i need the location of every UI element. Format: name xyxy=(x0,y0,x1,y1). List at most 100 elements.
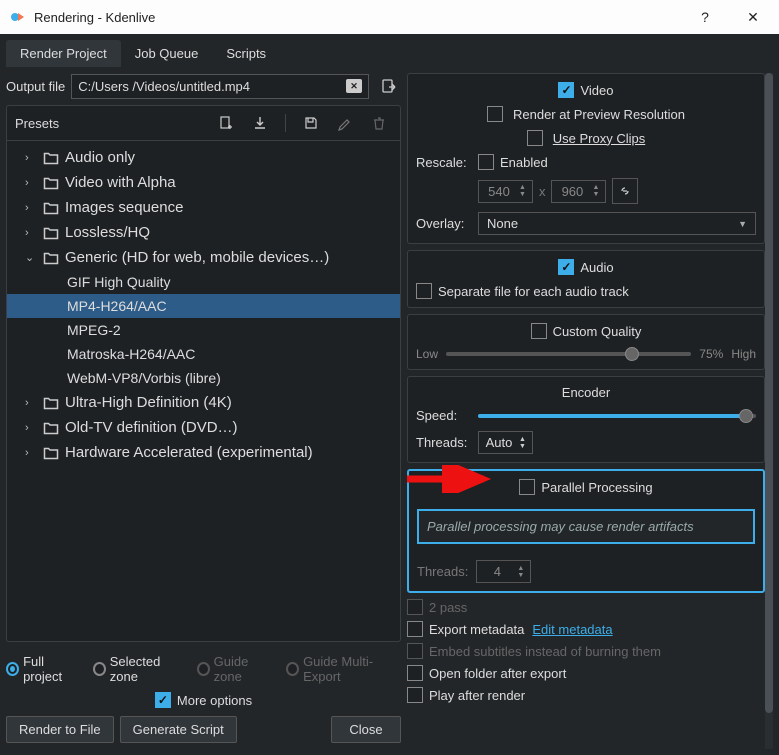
encoder-section: Encoder Speed: Threads: Auto▲▼ xyxy=(407,376,765,463)
radio-full-project[interactable]: Full project xyxy=(6,654,81,684)
pencil-icon xyxy=(337,115,353,131)
video-enable-checkbox[interactable]: Video xyxy=(558,82,613,98)
custom-quality-checkbox[interactable]: Custom Quality xyxy=(531,323,642,339)
threads-input[interactable]: Auto▲▼ xyxy=(478,431,533,454)
window-title: Rendering - Kdenlive xyxy=(34,10,677,25)
overlay-row: Overlay: None▼ xyxy=(416,212,756,235)
file-browse-icon xyxy=(380,78,396,94)
quality-slider-row: Low 75% High xyxy=(416,347,756,361)
overlay-label: Overlay: xyxy=(416,216,468,231)
app-logo-icon xyxy=(10,9,26,25)
trash-icon xyxy=(371,115,387,131)
tree-preset[interactable]: MPEG-2 xyxy=(7,318,400,342)
encoder-speed-row: Speed: xyxy=(416,408,756,423)
tree-preset[interactable]: WebM-VP8/Vorbis (libre) xyxy=(7,366,400,390)
embed-subtitles-checkbox: Embed subtitles instead of burning them xyxy=(407,643,765,659)
tree-folder[interactable]: ›Hardware Accelerated (experimental) xyxy=(7,440,400,465)
rescale-label: Rescale: xyxy=(416,155,468,170)
audio-section: Audio Separate file for each audio track xyxy=(407,250,765,308)
close-window-button[interactable]: ✕ xyxy=(733,0,773,34)
tab-scripts[interactable]: Scripts xyxy=(212,40,280,67)
delete-preset-button[interactable] xyxy=(366,110,392,136)
document-new-icon xyxy=(218,115,234,131)
link-dimensions-button[interactable] xyxy=(612,178,638,204)
radio-guide-multi-export: Guide Multi-Export xyxy=(286,654,401,684)
encoder-threads-row: Threads: Auto▲▼ xyxy=(416,431,756,454)
presets-label: Presets xyxy=(15,116,59,131)
output-file-label: Output file xyxy=(6,79,65,94)
edit-metadata-link[interactable]: Edit metadata xyxy=(532,622,612,637)
encoder-title: Encoder xyxy=(562,385,610,400)
two-pass-checkbox: 2 pass xyxy=(407,599,765,615)
output-file-path: C:/Users /Videos/untitled.mp4 xyxy=(78,79,346,94)
output-file-input[interactable]: C:/Users /Videos/untitled.mp4 ✕ xyxy=(71,74,369,99)
rescale-height-input: 960▲▼ xyxy=(551,180,606,203)
action-buttons: Render to File Generate Script Close xyxy=(6,716,401,743)
tab-job-queue[interactable]: Job Queue xyxy=(121,40,213,67)
help-button[interactable]: ? xyxy=(685,0,725,34)
presets-header: Presets xyxy=(7,106,400,141)
play-after-checkbox[interactable]: Play after render xyxy=(407,687,765,703)
dimension-x: x xyxy=(539,184,546,199)
speed-slider[interactable] xyxy=(478,414,756,418)
parallel-threads-input: 4▲▼ xyxy=(476,560,531,583)
link-icon xyxy=(617,183,633,199)
save-preset-button[interactable] xyxy=(298,110,324,136)
quality-slider[interactable] xyxy=(446,352,691,356)
tree-folder[interactable]: ›Video with Alpha xyxy=(7,170,400,195)
quality-high-label: High xyxy=(731,347,756,361)
rescale-width-input: 540▲▼ xyxy=(478,180,533,203)
tree-preset[interactable]: GIF High Quality xyxy=(7,270,400,294)
tree-folder[interactable]: ⌄Generic (HD for web, mobile devices…) xyxy=(7,245,400,270)
export-metadata-checkbox[interactable]: Export metadata xyxy=(407,621,524,637)
presets-tree[interactable]: ›Audio only›Video with Alpha›Images sequ… xyxy=(7,141,400,641)
radio-selected-zone[interactable]: Selected zone xyxy=(93,654,185,684)
use-proxy-checkbox[interactable]: Use Proxy Clips xyxy=(416,130,756,146)
tree-folder[interactable]: ›Old-TV definition (DVD…) xyxy=(7,415,400,440)
rescale-row: Rescale: Enabled xyxy=(416,154,756,170)
output-file-row: Output file C:/Users /Videos/untitled.mp… xyxy=(6,73,401,99)
edit-preset-button[interactable] xyxy=(332,110,358,136)
quality-low-label: Low xyxy=(416,347,438,361)
rescale-enabled-checkbox[interactable]: Enabled xyxy=(478,154,548,170)
parallel-threads-row: Threads: 4▲▼ xyxy=(409,556,763,591)
preview-resolution-checkbox[interactable]: Render at Preview Resolution xyxy=(416,106,756,122)
threads-label: Threads: xyxy=(416,435,468,450)
tree-folder[interactable]: ›Audio only xyxy=(7,145,400,170)
separate-audio-checkbox[interactable]: Separate file for each audio track xyxy=(416,283,756,299)
scrollbar[interactable] xyxy=(765,73,773,749)
title-bar: Rendering - Kdenlive ? ✕ xyxy=(0,0,779,34)
audio-enable-checkbox[interactable]: Audio xyxy=(558,259,613,275)
presets-panel: Presets ›Audio only›Video with Alpha›Ima… xyxy=(6,105,401,642)
new-preset-button[interactable] xyxy=(213,110,239,136)
tree-preset[interactable]: Matroska-H264/AAC xyxy=(7,342,400,366)
tab-bar: Render Project Job Queue Scripts xyxy=(0,34,779,67)
browse-file-button[interactable] xyxy=(375,73,401,99)
overlay-select[interactable]: None▼ xyxy=(478,212,756,235)
video-section: Video Render at Preview Resolution Use P… xyxy=(407,73,765,244)
parallel-processing-checkbox[interactable]: Parallel Processing xyxy=(519,479,652,495)
save-icon xyxy=(303,115,319,131)
tree-folder[interactable]: ›Lossless/HQ xyxy=(7,220,400,245)
parallel-section: Parallel Processing Parallel processing … xyxy=(407,469,765,593)
tree-folder[interactable]: ›Images sequence xyxy=(7,195,400,220)
render-scope-row: Full project Selected zone Guide zone Gu… xyxy=(6,654,401,684)
speed-label: Speed: xyxy=(416,408,468,423)
open-folder-checkbox[interactable]: Open folder after export xyxy=(407,665,765,681)
tree-preset[interactable]: MP4-H264/AAC xyxy=(7,294,400,318)
more-options-checkbox[interactable]: More options xyxy=(155,692,252,708)
radio-guide-zone: Guide zone xyxy=(197,654,274,684)
render-to-file-button[interactable]: Render to File xyxy=(6,716,114,743)
red-arrow-annotation xyxy=(407,465,499,493)
parallel-warning: Parallel processing may cause render art… xyxy=(417,509,755,544)
close-button[interactable]: Close xyxy=(331,716,401,743)
tab-render-project[interactable]: Render Project xyxy=(6,40,121,67)
rescale-dimensions: 540▲▼ x 960▲▼ xyxy=(416,178,756,204)
download-icon xyxy=(252,115,268,131)
tree-folder[interactable]: ›Ultra-High Definition (4K) xyxy=(7,390,400,415)
quality-percent: 75% xyxy=(699,347,723,361)
download-preset-button[interactable] xyxy=(247,110,273,136)
quality-section: Custom Quality Low 75% High xyxy=(407,314,765,370)
clear-path-icon[interactable]: ✕ xyxy=(346,79,362,93)
generate-script-button[interactable]: Generate Script xyxy=(120,716,237,743)
